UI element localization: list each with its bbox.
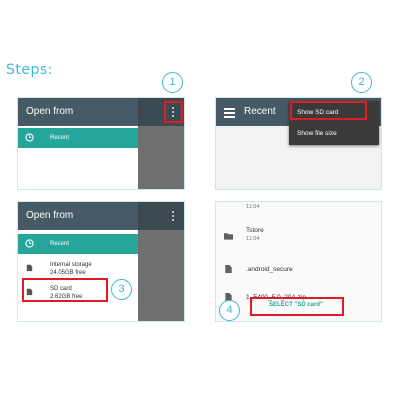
step3-screenshot: Open from Recent Internal storage 24.05G… xyxy=(17,201,185,322)
menu-icon[interactable] xyxy=(224,108,235,120)
drawer-item-recent[interactable]: Recent xyxy=(18,234,138,254)
list-item: 11:04 xyxy=(216,204,381,214)
highlight-box xyxy=(22,278,108,302)
app-bar-title: Open from xyxy=(26,210,74,221)
folder-icon xyxy=(224,233,233,240)
storage-icon xyxy=(26,264,33,272)
step-number-3: 3 xyxy=(111,279,132,300)
drawer-item-label: Recent xyxy=(50,135,70,141)
list-item-tstore[interactable]: Tstore 11:04 xyxy=(216,226,381,246)
menu-item-show-file-size[interactable]: Show file size xyxy=(297,130,337,137)
file-icon xyxy=(225,265,232,273)
step1-screenshot: Open from Recent xyxy=(17,97,185,190)
drawer-item-label: Recent xyxy=(50,241,70,247)
file-time: 11:04 xyxy=(246,204,260,210)
file-name: .android_secure xyxy=(246,266,293,273)
step4-screenshot: 11:04 Tstore 11:04 .android_secure 1_F40… xyxy=(215,201,382,322)
drawer-item-internal-storage[interactable]: Internal storage 24.05GB free xyxy=(18,258,138,280)
step-number-4: 4 xyxy=(219,300,240,321)
file-name: Tstore xyxy=(246,227,264,234)
step-number-2: 2 xyxy=(351,72,372,93)
drawer-item-recent[interactable]: Recent xyxy=(18,128,138,148)
more-options-icon[interactable] xyxy=(170,210,176,223)
drawer-item-sublabel: 24.05GB free xyxy=(50,270,86,276)
app-bar-title: Open from xyxy=(26,106,74,117)
clock-icon xyxy=(25,133,34,142)
clock-icon xyxy=(25,239,34,248)
highlight-box xyxy=(164,101,183,123)
step-number-1: 1 xyxy=(162,72,183,93)
step2-screenshot: Recent Show SD card Show file size xyxy=(215,97,382,190)
highlight-box xyxy=(290,101,367,120)
list-item-android-secure[interactable]: .android_secure xyxy=(216,262,381,278)
navigation-drawer: Recent xyxy=(18,126,138,189)
navigation-drawer: Recent Internal storage 24.05GB free SD … xyxy=(18,230,138,321)
drawer-item-label: Internal storage xyxy=(50,262,92,268)
steps-heading: Steps: xyxy=(6,62,53,78)
drawer-scrim xyxy=(138,202,184,321)
highlight-box xyxy=(250,297,344,316)
app-bar-title: Recent xyxy=(244,106,276,117)
file-time: 11:04 xyxy=(246,236,260,242)
